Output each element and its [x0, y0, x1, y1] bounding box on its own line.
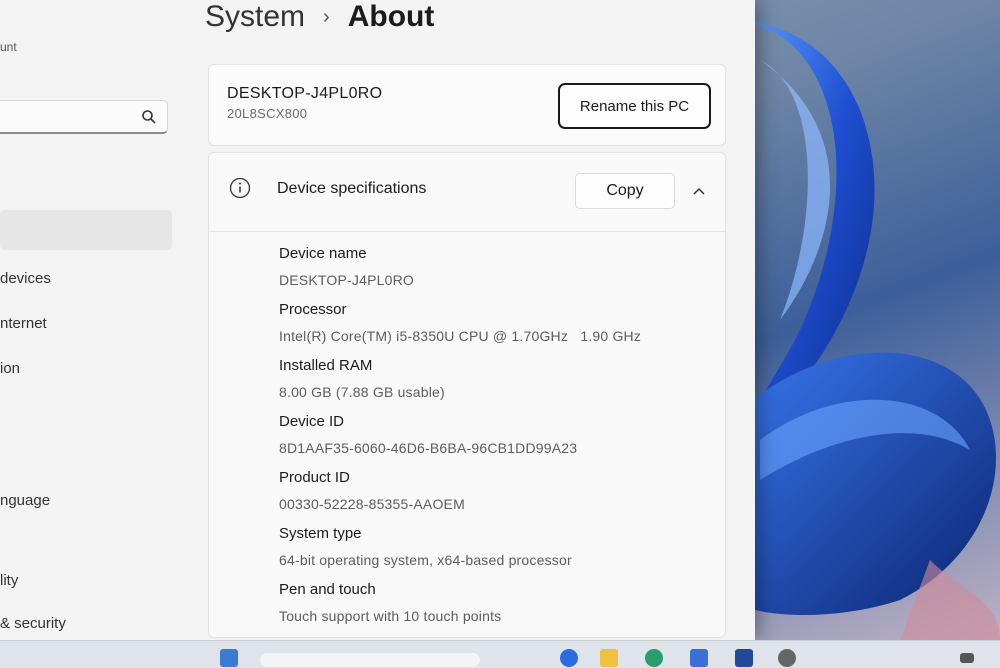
sidebar-item-accessibility[interactable]: lity: [0, 560, 172, 600]
spec-label: Product ID: [279, 469, 350, 486]
sidebar-item-label: devices: [0, 269, 51, 287]
settings-window: unt devices nternet ion nguage lity & se…: [0, 0, 755, 640]
breadcrumb-system[interactable]: System: [205, 0, 305, 34]
spec-product-id: Product ID 00330-52228-85355-AAOEM: [279, 465, 719, 521]
device-name: DESKTOP-J4PL0RO: [227, 85, 383, 102]
spec-list: Device name DESKTOP-J4PL0RO Processor In…: [279, 241, 719, 633]
spec-value: 64-bit operating system, x64-based proce…: [279, 552, 572, 568]
info-icon: [229, 177, 251, 204]
taskbar-search-box[interactable]: [260, 653, 480, 667]
page-title: About: [347, 0, 435, 33]
spec-value: Intel(R) Core(TM) i5-8350U CPU @ 1.70GHz…: [279, 328, 642, 344]
start-icon[interactable]: [220, 649, 238, 667]
sidebar-item-language[interactable]: nguage: [0, 480, 172, 520]
device-model: 20L8SCX800: [227, 106, 308, 121]
taskbar: [0, 640, 1000, 668]
search-input[interactable]: [0, 100, 168, 134]
spec-label: Installed RAM: [279, 357, 373, 374]
app-icon[interactable]: [735, 649, 753, 667]
spec-label: Processor: [279, 301, 347, 318]
spec-value: 00330-52228-85355-AAOEM: [279, 496, 465, 512]
sidebar-item-label: ion: [0, 359, 21, 377]
browser-icon[interactable]: [645, 649, 663, 667]
device-name-card: DESKTOP-J4PL0RO 20L8SCX800 Rename this P…: [208, 64, 726, 146]
copy-button[interactable]: Copy: [575, 173, 675, 209]
chevron-up-icon[interactable]: [687, 179, 711, 203]
gear-icon[interactable]: [778, 649, 796, 667]
edge-icon[interactable]: [560, 649, 578, 667]
spec-label: Device name: [279, 245, 367, 262]
spec-label: Pen and touch: [279, 581, 376, 598]
spec-value: Touch support with 10 touch points: [279, 608, 502, 624]
spec-system-type: System type 64-bit operating system, x64…: [279, 521, 719, 577]
spec-processor: Processor Intel(R) Core(TM) i5-8350U CPU…: [279, 297, 719, 353]
sidebar-item-devices[interactable]: devices: [0, 258, 172, 298]
sidebar-item-system[interactable]: [0, 210, 172, 250]
sidebar-item-label: & security: [0, 614, 66, 632]
sidebar-item-label: lity: [0, 571, 19, 589]
device-specifications-card: Device specifications Copy Device name D…: [208, 152, 726, 638]
spec-value: 8.00 GB (7.88 GB usable): [279, 384, 445, 400]
sidebar: unt devices nternet ion nguage lity & se…: [0, 0, 190, 640]
spec-device-id: Device ID 8D1AAF35-6060-46D6-B6BA-96CB1D…: [279, 409, 719, 465]
sidebar-item-network[interactable]: nternet: [0, 303, 172, 343]
rename-pc-button[interactable]: Rename this PC: [558, 83, 711, 129]
spec-value: 8D1AAF35-6060-46D6-B6BA-96CB1DD99A23: [279, 440, 578, 456]
device-specifications-header[interactable]: Device specifications Copy: [209, 153, 725, 232]
main-content: System › About DESKTOP-J4PL0RO 20L8SCX80…: [200, 0, 740, 640]
spec-device-name: Device name DESKTOP-J4PL0RO: [279, 241, 719, 297]
search-icon: [141, 109, 157, 130]
breadcrumb: System › About: [205, 0, 434, 34]
sidebar-item-personalization[interactable]: ion: [0, 348, 172, 388]
sidebar-item-privacy-security[interactable]: & security: [0, 603, 172, 643]
spec-pen-and-touch: Pen and touch Touch support with 10 touc…: [279, 577, 719, 633]
file-explorer-icon[interactable]: [600, 649, 618, 667]
sidebar-item-label: nguage: [0, 491, 51, 509]
wifi-icon[interactable]: [960, 653, 974, 663]
spec-installed-ram: Installed RAM 8.00 GB (7.88 GB usable): [279, 353, 719, 409]
spec-value: DESKTOP-J4PL0RO: [279, 272, 415, 288]
spec-label: Device ID: [279, 413, 345, 430]
account-label: unt: [0, 40, 17, 54]
breadcrumb-separator: ›: [323, 5, 330, 28]
spec-label: System type: [279, 525, 362, 542]
store-icon[interactable]: [690, 649, 708, 667]
sidebar-item-label: nternet: [0, 314, 47, 332]
device-specifications-title: Device specifications: [277, 180, 427, 197]
